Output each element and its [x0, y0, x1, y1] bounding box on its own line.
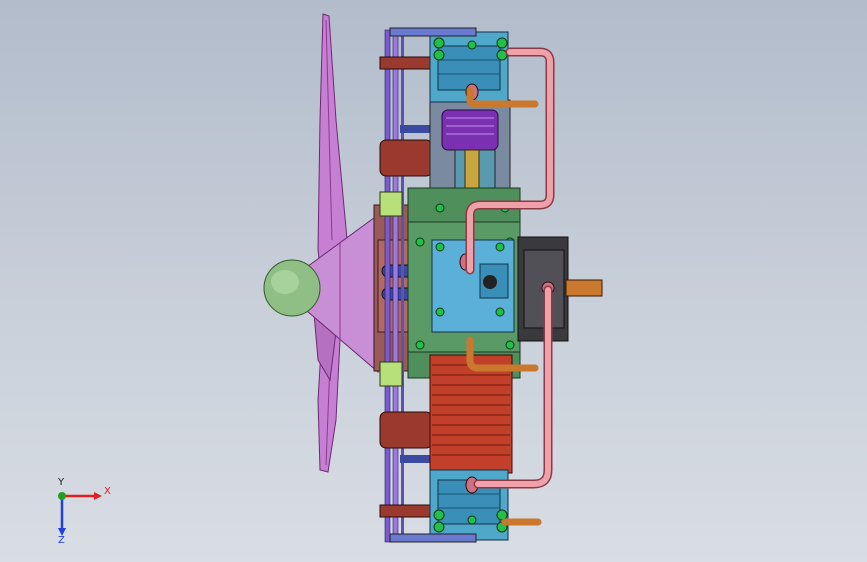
x-axis-label: X [104, 486, 111, 497]
coordinate-triad-icon: X Y Z [44, 477, 114, 550]
z-axis-label: Z [58, 535, 65, 546]
engine-model[interactable] [0, 0, 867, 562]
y-axis-label: Y [58, 477, 65, 488]
rear-housing [517, 236, 569, 342]
spinner [263, 259, 321, 317]
y-axis-dot-icon [58, 492, 66, 500]
lower-cylinder [429, 354, 513, 474]
cad-viewport[interactable]: X Y Z [0, 0, 867, 562]
push-rods [384, 29, 404, 543]
output-shaft [565, 279, 603, 297]
